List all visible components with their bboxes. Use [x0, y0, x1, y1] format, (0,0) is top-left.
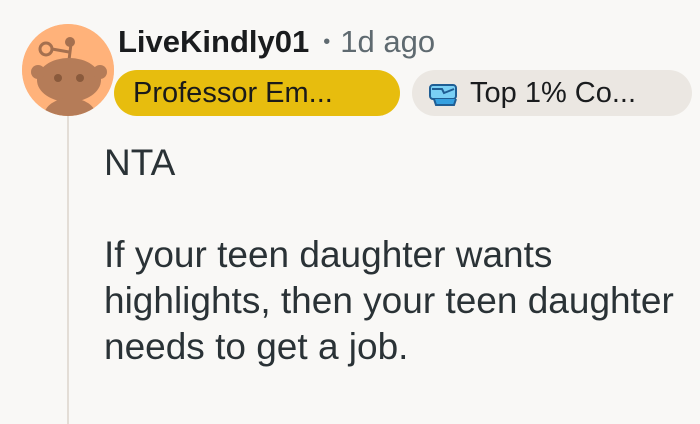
meta-separator: • — [323, 30, 331, 53]
comment-paragraph: If your teen daughter wants highlights, … — [104, 234, 674, 367]
top-contributor-icon — [428, 79, 460, 107]
comment: LiveKindly01 • 1d ago Professor Em... To… — [0, 0, 700, 424]
user-flair[interactable]: Professor Em... — [114, 70, 400, 116]
thread-line[interactable] — [67, 116, 69, 424]
comment-paragraph: NTA — [104, 142, 176, 183]
comment-meta: LiveKindly01 • 1d ago — [118, 20, 435, 64]
comment-body: NTA If your teen daughter wants highligh… — [104, 140, 684, 370]
contributor-flair[interactable]: Top 1% Co... — [412, 70, 692, 116]
timestamp[interactable]: 1d ago — [340, 24, 435, 60]
reddit-snoo-avatar-icon — [22, 24, 114, 116]
contributor-flair-label: Top 1% Co... — [470, 76, 637, 109]
flair-row: Professor Em... Top 1% Co... — [114, 70, 692, 116]
avatar[interactable] — [22, 24, 114, 116]
username[interactable]: LiveKindly01 — [118, 24, 309, 60]
